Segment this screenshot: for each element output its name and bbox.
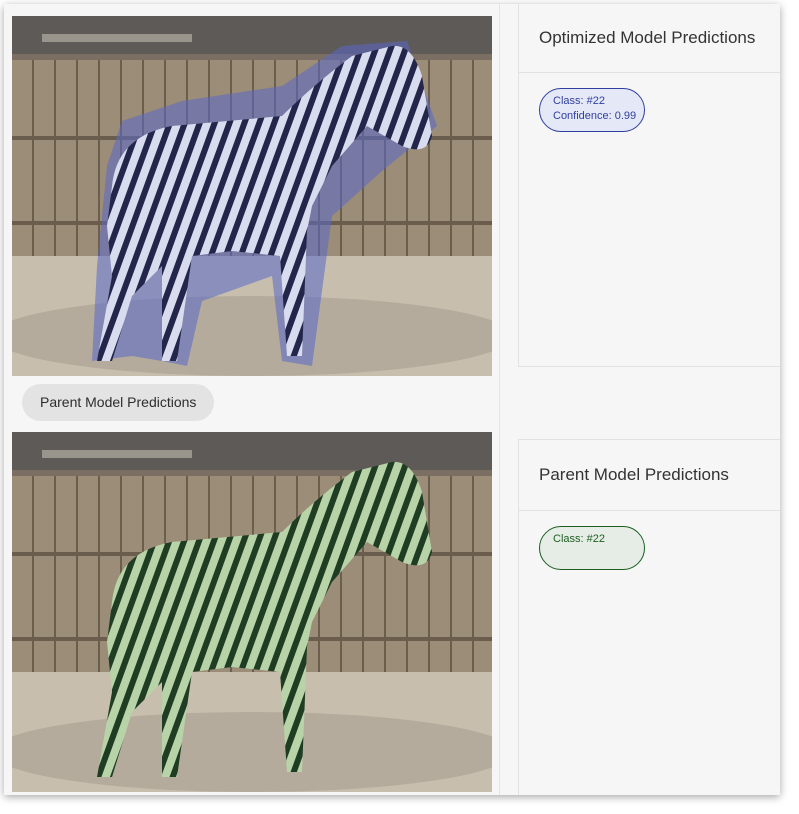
parent-prediction-image bbox=[12, 432, 492, 792]
optimized-prediction-chip[interactable]: Class: #22 Confidence: 0.99 bbox=[539, 88, 645, 132]
optimized-prediction-image bbox=[12, 16, 492, 376]
parent-predictions-panel: Parent Model Predictions Class: #22 bbox=[518, 439, 780, 795]
optimized-predictions-panel: Optimized Model Predictions Class: #22 C… bbox=[518, 4, 780, 367]
parent-class-label: Class: #22 bbox=[553, 533, 605, 545]
optimized-class-label: Class: #22 bbox=[553, 95, 605, 107]
zebra-scene-optimized bbox=[12, 16, 492, 376]
parent-model-predictions-button[interactable]: Parent Model Predictions bbox=[22, 384, 215, 421]
optimized-panel-title: Optimized Model Predictions bbox=[519, 4, 780, 73]
column-divider bbox=[499, 4, 500, 795]
optimized-confidence-label: Confidence: 0.99 bbox=[553, 110, 637, 122]
zebra-scene-parent bbox=[12, 432, 492, 792]
parent-panel-title: Parent Model Predictions bbox=[519, 440, 780, 511]
parent-prediction-chip[interactable]: Class: #22 bbox=[539, 526, 645, 570]
predictions-card: Parent Model Predictions Optimized Model… bbox=[4, 4, 780, 795]
